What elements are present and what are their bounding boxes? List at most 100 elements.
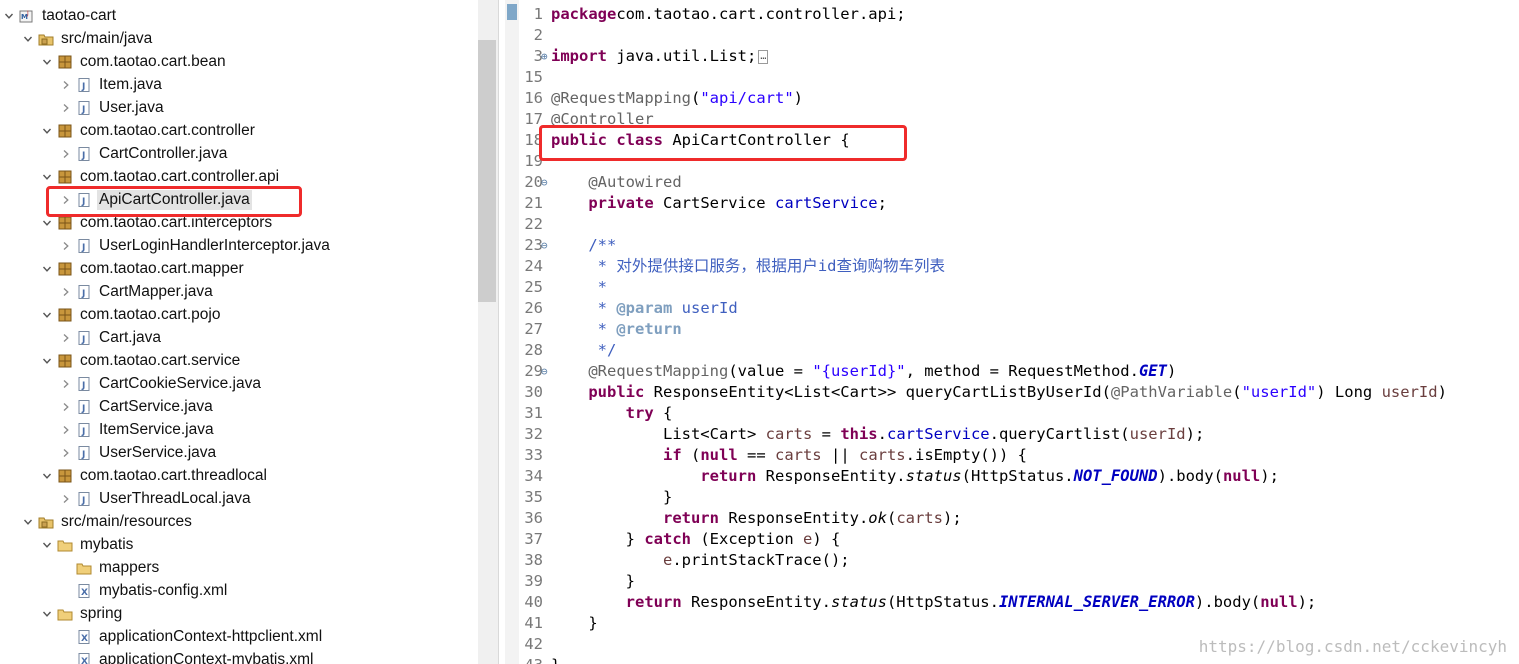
chevron-down-icon[interactable]	[41, 171, 53, 183]
chevron-down-icon[interactable]	[41, 309, 53, 321]
code-line[interactable]: 16 @RequestMapping("api/cart")	[505, 88, 1519, 109]
chevron-right-icon[interactable]	[60, 401, 72, 413]
code-line[interactable]: 2	[505, 25, 1519, 46]
chevron-right-icon[interactable]	[60, 332, 72, 344]
code-line[interactable]: 38 e.printStackTrace();	[505, 550, 1519, 571]
code-line[interactable]: 25 *	[505, 277, 1519, 298]
tree-item[interactable]: J UserService.java	[0, 441, 478, 464]
code-line[interactable]: 41 }	[505, 613, 1519, 634]
chevron-down-icon[interactable]	[41, 263, 53, 275]
code-line[interactable]: 43}	[505, 655, 1519, 664]
chevron-right-icon[interactable]	[60, 148, 72, 160]
code-line[interactable]: 39 }	[505, 571, 1519, 592]
code-line[interactable]: 24 * 对外提供接口服务，根据用户id查询购物车列表	[505, 256, 1519, 277]
tree-item[interactable]: J CartCookieService.java	[0, 372, 478, 395]
chevron-right-icon[interactable]	[60, 447, 72, 459]
package-icon	[57, 54, 73, 70]
tree-item[interactable]: J CartController.java	[0, 142, 478, 165]
tree-item[interactable]: com.taotao.cart.controller	[0, 119, 478, 142]
code-line[interactable]: 27 * @return	[505, 319, 1519, 340]
tree-item[interactable]: src/main/java	[0, 27, 478, 50]
fold-collapse-icon[interactable]: ⊖	[541, 361, 551, 382]
code-line[interactable]: 28 */	[505, 340, 1519, 361]
explorer-scrollbar[interactable]	[478, 0, 498, 664]
chevron-down-icon[interactable]	[41, 539, 53, 551]
code-line[interactable]: 30 public ResponseEntity<List<Cart>> que…	[505, 382, 1519, 403]
tree-item[interactable]: M J taotao-cart	[0, 4, 478, 27]
chevron-down-icon[interactable]	[41, 56, 53, 68]
code-line[interactable]: 3 ⊕ import java.util.List;…	[505, 46, 1519, 67]
code-line[interactable]: 20 ⊖ @Autowired	[505, 172, 1519, 193]
chevron-right-icon[interactable]	[60, 378, 72, 390]
code-line[interactable]: 35 }	[505, 487, 1519, 508]
fold-collapse-icon[interactable]: ⊖	[541, 172, 551, 193]
chevron-right-icon[interactable]	[60, 102, 72, 114]
code-line[interactable]: 32 List<Cart> carts = this.cartService.q…	[505, 424, 1519, 445]
code-line[interactable]: 29 ⊖ @RequestMapping(value = "{userId}", …	[505, 361, 1519, 382]
fold-expand-icon[interactable]: ⊕	[541, 46, 551, 67]
tree-item[interactable]: J CartMapper.java	[0, 280, 478, 303]
tree-item[interactable]: J UserThreadLocal.java	[0, 487, 478, 510]
fold-collapse-icon[interactable]: ⊖	[541, 235, 551, 256]
code-line[interactable]: 26 * @param userId	[505, 298, 1519, 319]
code-line[interactable]: 40 return ResponseEntity.status(HttpStat…	[505, 592, 1519, 613]
chevron-down-icon[interactable]	[41, 125, 53, 137]
chevron-right-icon[interactable]	[60, 240, 72, 252]
tree-item[interactable]: com.taotao.cart.service	[0, 349, 478, 372]
chevron-right-icon[interactable]	[60, 424, 72, 436]
code-line[interactable]: 1 packagecom.taotao.cart.controller.api;	[505, 4, 1519, 25]
tree-item[interactable]: com.taotao.cart.threadlocal	[0, 464, 478, 487]
code-line[interactable]: 33 if (null == carts || carts.isEmpty())…	[505, 445, 1519, 466]
code-text: import java.util.List;…	[551, 46, 769, 67]
tree-item[interactable]: mybatis	[0, 533, 478, 556]
code-editor[interactable]: 1 packagecom.taotao.cart.controller.api; 2…	[505, 0, 1519, 664]
tree-item[interactable]: J UserLoginHandlerInterceptor.java	[0, 234, 478, 257]
tree-item-label: applicationContext-httpclient.xml	[99, 627, 323, 645]
chevron-down-icon[interactable]	[3, 10, 15, 22]
tree-item[interactable]: src/main/resources	[0, 510, 478, 533]
tree-item[interactable]: com.taotao.cart.controller.api	[0, 165, 478, 188]
tree-item-label: src/main/resources	[61, 512, 192, 530]
code-line[interactable]: 31 try {	[505, 403, 1519, 424]
code-line[interactable]: 22	[505, 214, 1519, 235]
code-line[interactable]: 23 ⊖ /**	[505, 235, 1519, 256]
tree-item[interactable]: mappers	[0, 556, 478, 579]
code-token: (	[886, 509, 897, 527]
code-line[interactable]: 21 private CartService cartService;	[505, 193, 1519, 214]
project-explorer: M J taotao-cart src/main/java com.taotao.car…	[0, 0, 478, 664]
tree-item[interactable]: com.taotao.cart.pojo	[0, 303, 478, 326]
line-number: 42	[524, 635, 543, 653]
chevron-down-icon[interactable]	[41, 217, 53, 229]
tree-item[interactable]: J CartService.java	[0, 395, 478, 418]
code-line[interactable]: 15	[505, 67, 1519, 88]
tree-item[interactable]: XapplicationContext-mybatis.xml	[0, 648, 478, 664]
tree-item[interactable]: com.taotao.cart.mapper	[0, 257, 478, 280]
pane-divider[interactable]	[498, 0, 505, 664]
code-line[interactable]: 37 } catch (Exception e) {	[505, 529, 1519, 550]
chevron-down-icon[interactable]	[41, 470, 53, 482]
chevron-down-icon[interactable]	[22, 33, 34, 45]
chevron-down-icon[interactable]	[41, 355, 53, 367]
explorer-scrollbar-thumb[interactable]	[478, 40, 496, 302]
tree-item[interactable]: spring	[0, 602, 478, 625]
line-number: 16	[524, 89, 543, 107]
tree-item[interactable]: J ItemService.java	[0, 418, 478, 441]
tree-item[interactable]: J Item.java	[0, 73, 478, 96]
chevron-right-icon[interactable]	[60, 79, 72, 91]
chevron-right-icon[interactable]	[60, 493, 72, 505]
code-token: .isEmpty()) {	[905, 446, 1027, 464]
folder-icon	[57, 606, 73, 622]
code-token: return	[662, 509, 719, 527]
tree-item-label: UserLoginHandlerInterceptor.java	[99, 236, 330, 254]
code-token: this	[840, 425, 878, 443]
tree-item[interactable]: J User.java	[0, 96, 478, 119]
chevron-down-icon[interactable]	[22, 516, 34, 528]
tree-item[interactable]: J Cart.java	[0, 326, 478, 349]
code-line[interactable]: 34 return ResponseEntity.status(HttpStat…	[505, 466, 1519, 487]
tree-item[interactable]: com.taotao.cart.bean	[0, 50, 478, 73]
tree-item[interactable]: Xmybatis-config.xml	[0, 579, 478, 602]
tree-item[interactable]: XapplicationContext-httpclient.xml	[0, 625, 478, 648]
chevron-down-icon[interactable]	[41, 608, 53, 620]
chevron-right-icon[interactable]	[60, 286, 72, 298]
code-line[interactable]: 36 return ResponseEntity.ok(carts);	[505, 508, 1519, 529]
